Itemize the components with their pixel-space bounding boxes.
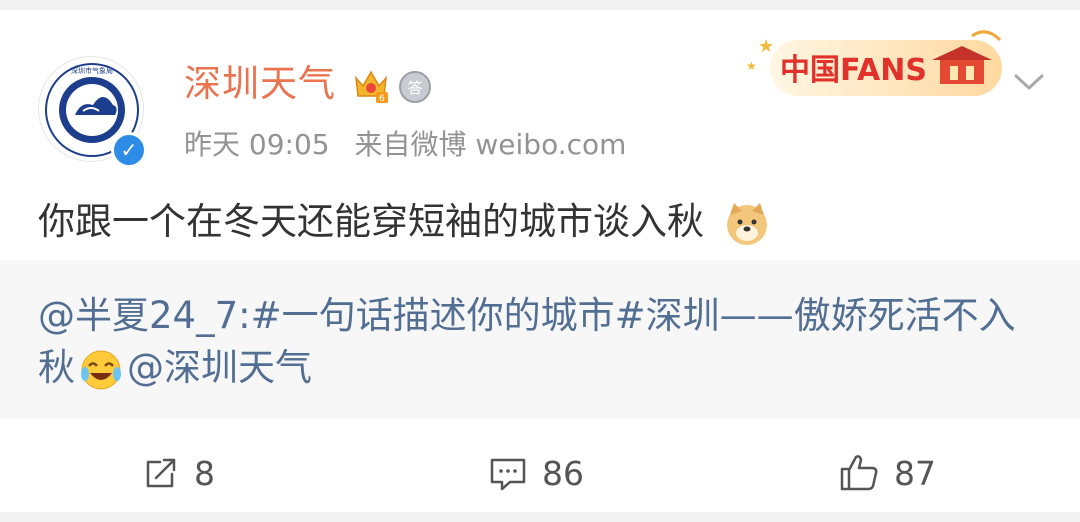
- crown-level-badge-icon[interactable]: 6: [352, 66, 390, 104]
- verified-badge-icon: ✓: [111, 132, 147, 168]
- post-text: 你跟一个在冬天还能穿短袖的城市谈入秋: [38, 200, 704, 243]
- svg-text:★: ★: [746, 59, 757, 73]
- share-icon: [146, 458, 176, 488]
- repost-button[interactable]: 8: [142, 448, 215, 498]
- post-time: 昨天 09:05: [184, 128, 330, 161]
- repost-text: @半夏24_7:#一句话描述你的城市#深圳——傲娇死活不入秋 @深圳天气: [38, 290, 1038, 394]
- doge-emoji-icon: [726, 202, 767, 245]
- comment-count: 86: [542, 453, 584, 493]
- comment-button[interactable]: 86: [488, 448, 584, 498]
- like-button[interactable]: 87: [838, 448, 936, 498]
- laugh-cry-emoji-icon: [81, 350, 121, 389]
- post-content: 你跟一个在冬天还能穿短袖的城市谈入秋: [38, 194, 770, 250]
- mention-link[interactable]: @深圳天气: [127, 346, 312, 389]
- banner-text: 中国FANS: [780, 53, 927, 88]
- thumbs-up-icon: [840, 455, 878, 491]
- share-count: 8: [194, 453, 215, 493]
- weibo-post-card: 深圳市气象局 ✓ 深圳天气 6 答 昨天 09:05 来自微博 weibo.co…: [0, 10, 1080, 512]
- svg-text:答: 答: [407, 79, 422, 97]
- svg-text:深圳市气象局: 深圳市气象局: [71, 66, 113, 75]
- comment-icon: [490, 458, 526, 491]
- post-source[interactable]: 来自微博 weibo.com: [355, 128, 627, 161]
- like-count: 87: [894, 453, 936, 493]
- answer-medal-badge-icon[interactable]: 答: [398, 70, 432, 104]
- svg-text:★: ★: [758, 36, 774, 57]
- china-fans-banner-icon[interactable]: ★ ★ 中国FANS: [744, 22, 1006, 104]
- svg-text:6: 6: [379, 94, 385, 104]
- action-bar: 8 86 87: [0, 430, 1080, 512]
- chevron-down-icon[interactable]: [1012, 66, 1046, 96]
- post-meta: 昨天 09:05 来自微博 weibo.com: [184, 127, 642, 163]
- repost-box[interactable]: @半夏24_7:#一句话描述你的城市#深圳——傲娇死活不入秋 @深圳天气: [0, 260, 1080, 418]
- username[interactable]: 深圳天气: [184, 62, 336, 106]
